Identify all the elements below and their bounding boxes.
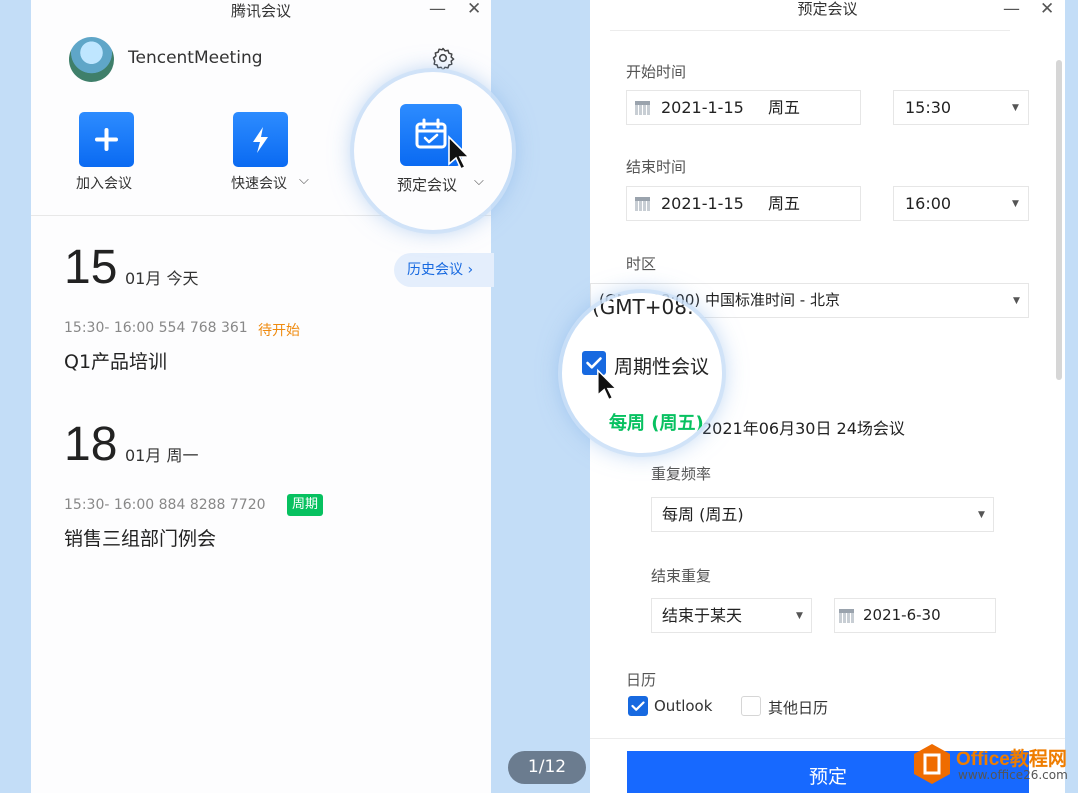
quick-meeting-button[interactable] — [233, 112, 288, 167]
start-date-field[interactable]: 2021-1-15 周五 — [626, 90, 861, 125]
close-button[interactable]: ✕ — [1040, 0, 1054, 18]
timezone-label: 时区 — [626, 255, 657, 273]
minimize-button[interactable]: — — [429, 0, 446, 18]
username: TencentMeeting — [128, 48, 263, 68]
gear-icon[interactable] — [431, 46, 455, 70]
page-indicator: 1/12 — [508, 751, 586, 784]
end-repeat-select[interactable]: 结束于某天 ▼ — [651, 598, 812, 633]
other-calendar-checkbox[interactable] — [741, 696, 761, 716]
quick-meeting-label: 快速会议 — [231, 176, 287, 192]
schedule-meeting-label: 预定会议 — [397, 176, 458, 194]
timezone-value-magnified: (GMT+08:00) 中国标准时间 — [592, 295, 722, 319]
chevron-down-icon[interactable]: ⌵ — [299, 173, 309, 188]
magnifier-schedule: 预定会议 ⌵ — [354, 72, 512, 230]
end-repeat-date-field[interactable]: 2021-6-30 — [834, 598, 996, 633]
calendar-icon — [635, 197, 650, 211]
watermark-url: www.office26.com — [958, 768, 1068, 782]
other-calendar-label: 其他日历 — [768, 699, 829, 717]
recurrence-summary: 2021年06月30日 24场会议 — [702, 419, 905, 438]
watermark-text: Office教程网 — [956, 749, 1067, 770]
end-repeat-label: 结束重复 — [651, 567, 712, 585]
status-badge: 待开始 — [258, 323, 300, 339]
start-time-select[interactable]: 15:30 ▼ — [893, 90, 1029, 125]
cursor-icon — [597, 368, 618, 401]
meeting-time-id: 15:30- 16:00 884 8288 7720 — [64, 497, 266, 513]
divider — [590, 738, 1065, 739]
day-number: 18 — [64, 418, 118, 471]
end-time-select[interactable]: 16:00 ▼ — [893, 186, 1029, 221]
end-date-field[interactable]: 2021-1-15 周五 — [626, 186, 861, 221]
day-subtitle: 01月 周一 — [125, 446, 199, 465]
join-meeting-label: 加入会议 — [76, 176, 132, 192]
outlook-label: Outlook — [654, 697, 713, 715]
end-time-value: 16:00 — [905, 194, 952, 213]
avatar[interactable] — [69, 37, 114, 82]
history-meetings-button[interactable]: 历史会议 › — [394, 253, 494, 287]
start-weekday: 周五 — [768, 98, 801, 117]
divider — [610, 25, 1010, 31]
chevron-down-icon[interactable]: ⌵ — [474, 174, 484, 189]
cursor-icon — [448, 135, 471, 171]
start-date-value: 2021-1-15 — [661, 98, 744, 117]
day-subtitle: 01月 今天 — [125, 269, 199, 288]
minimize-button[interactable]: — — [1003, 0, 1020, 18]
caret-down-icon: ▼ — [796, 611, 803, 621]
recurrence-weekly-text: 每周 (周五) — [609, 413, 704, 434]
close-button[interactable]: ✕ — [467, 0, 481, 18]
frequency-value: 每周 (周五) — [662, 505, 744, 524]
meeting-title[interactable]: Q1产品培训 — [64, 347, 167, 374]
day-number: 15 — [64, 241, 118, 294]
office-logo-icon — [914, 744, 950, 784]
window-title: 腾讯会议 — [230, 2, 291, 20]
calendar-icon — [635, 101, 650, 115]
plus-icon — [95, 128, 118, 151]
scrollbar[interactable] — [1056, 60, 1062, 380]
magnifier-recurring: (GMT+08:00) 中国标准时间 周期性会议 每周 (周五) — [562, 293, 722, 453]
frequency-select[interactable]: 每周 (周五) ▼ — [651, 497, 994, 532]
outlook-checkbox[interactable] — [628, 696, 648, 716]
meeting-time-id: 15:30- 16:00 554 768 361 — [64, 320, 248, 336]
caret-down-icon: ▼ — [1012, 199, 1019, 209]
end-date-value: 2021-1-15 — [661, 194, 744, 213]
calendar-icon — [839, 609, 854, 623]
start-time-value: 15:30 — [905, 98, 952, 117]
caret-down-icon: ▼ — [1012, 103, 1019, 113]
window-title: 预定会议 — [797, 0, 858, 18]
calendar-label: 日历 — [626, 671, 657, 689]
end-repeat-date: 2021-6-30 — [863, 606, 941, 624]
end-time-label: 结束时间 — [626, 158, 687, 176]
join-meeting-button[interactable] — [79, 112, 134, 167]
recurring-meeting-label: 周期性会议 — [614, 356, 710, 378]
recurring-badge: 周期 — [287, 494, 323, 516]
caret-down-icon: ▼ — [978, 510, 985, 520]
end-repeat-mode: 结束于某天 — [662, 606, 743, 625]
check-icon — [631, 701, 645, 711]
meeting-title[interactable]: 销售三组部门例会 — [64, 524, 216, 551]
lightning-icon — [253, 127, 268, 153]
end-weekday: 周五 — [768, 194, 801, 213]
frequency-label: 重复频率 — [651, 465, 712, 483]
start-time-label: 开始时间 — [626, 63, 687, 81]
caret-down-icon: ▼ — [1013, 296, 1020, 306]
